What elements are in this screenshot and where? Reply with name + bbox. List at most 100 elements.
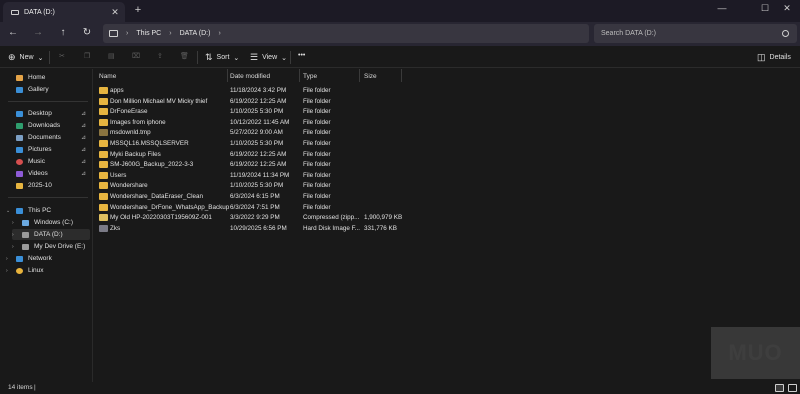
drive-c-icon — [22, 219, 29, 226]
column-header-size[interactable]: Size — [364, 69, 404, 83]
chevron-right-icon[interactable]: › — [6, 256, 11, 262]
table-row[interactable]: MSSQL16.MSSQLSERVER 1/10/2025 5:30 PM File… — [93, 138, 800, 149]
sidebar-item-label: Music — [28, 158, 45, 165]
chevron-down-icon: ⌄ — [281, 54, 287, 62]
refresh-button[interactable]: ↻ — [80, 27, 94, 38]
column-header-type[interactable]: Type — [303, 69, 358, 83]
table-row[interactable]: Images from iphone 10/12/2022 11:45 AM Fil… — [93, 117, 800, 128]
more-options-button[interactable]: ••• — [298, 52, 305, 59]
new-tab-button[interactable]: + — [131, 4, 145, 16]
new-button[interactable]: ⊕ New ⌄ — [8, 52, 43, 63]
zip-folder-icon — [99, 214, 108, 222]
folder-icon — [99, 129, 108, 137]
chevron-right-icon[interactable]: › — [12, 232, 17, 238]
forward-button[interactable]: → — [31, 27, 45, 38]
share-icon[interactable]: ⇪ — [157, 52, 163, 60]
documents-icon — [16, 134, 23, 141]
gallery-icon — [16, 86, 23, 93]
table-row[interactable]: DrFoneErase 1/10/2025 5:30 PM File folder — [93, 106, 800, 117]
table-row[interactable]: Wondershare_DrFone_WhatsApp_Backup 6/3/20… — [93, 202, 800, 213]
back-button[interactable]: ← — [6, 27, 20, 38]
chevron-right-icon[interactable]: › — [12, 244, 17, 250]
copy-icon[interactable]: ❐ — [84, 52, 90, 60]
rename-icon[interactable]: ⌧ — [132, 52, 140, 60]
sidebar-item-label: Documents — [28, 134, 61, 141]
file-type: File folder — [303, 193, 331, 200]
file-name: Myki Backup Files — [110, 150, 161, 158]
sidebar-item-label: Home — [28, 74, 46, 81]
sidebar-item-gallery[interactable]: Gallery — [6, 84, 90, 95]
divider — [197, 51, 198, 64]
file-name: Wondershare_DrFone_WhatsApp_Backup — [110, 203, 230, 211]
view-button[interactable]: ☰ View ⌄ — [250, 52, 287, 63]
details-button[interactable]: ◫ Details — [757, 52, 791, 63]
file-date: 11/19/2024 11:34 PM — [230, 171, 290, 179]
column-header-name[interactable]: Name — [99, 69, 229, 83]
sidebar-item-windows-c[interactable]: › Windows (C:) — [12, 217, 90, 228]
chevron-right-icon[interactable]: › — [12, 220, 17, 226]
close-window-button[interactable]: ✕ — [779, 3, 795, 14]
sidebar-item-2025-10[interactable]: 2025-10 — [6, 180, 90, 191]
column-divider[interactable] — [359, 69, 360, 82]
chevron-down-icon[interactable]: ⌄ — [6, 208, 11, 214]
column-header-date[interactable]: Date modified — [230, 69, 300, 83]
sidebar-item-home[interactable]: Home — [6, 72, 90, 83]
column-divider[interactable] — [299, 69, 300, 82]
sidebar-item-network[interactable]: › Network — [6, 253, 90, 264]
file-type: File folder — [303, 140, 331, 147]
sidebar-item-label: Pictures — [28, 146, 52, 153]
tab-data-d[interactable]: DATA (D:) ✕ — [3, 2, 125, 22]
cut-icon[interactable]: ✂ — [59, 52, 65, 60]
address-row: ← → ↑ ↻ › This PC › DATA (D:) › Search D… — [0, 22, 800, 46]
table-row[interactable]: apps 11/18/2024 3:42 PM File folder — [93, 85, 800, 96]
table-row[interactable]: My Old HP-20220303T195609Z-001 3/3/2022 9… — [93, 212, 800, 223]
table-row[interactable]: Users 11/19/2024 11:34 PM File folder — [93, 170, 800, 181]
column-divider[interactable] — [227, 69, 228, 82]
sidebar-item-label: This PC — [28, 207, 52, 214]
sidebar-item-desktop[interactable]: Desktop ⊿ — [6, 108, 90, 119]
sidebar-item-linux[interactable]: › Linux — [6, 265, 90, 276]
breadcrumb-separator: › — [218, 30, 221, 37]
file-date: 5/27/2022 9:00 AM — [230, 129, 283, 137]
paste-icon[interactable]: ▤ — [108, 52, 115, 60]
breadcrumb-this-pc[interactable]: This PC — [136, 30, 161, 37]
sidebar-item-downloads[interactable]: Downloads ⊿ — [6, 120, 90, 131]
table-row[interactable]: Wondershare_DataEraser_Clean 6/3/2024 6:1… — [93, 191, 800, 202]
chevron-down-icon: ⌄ — [233, 54, 240, 62]
file-name: Wondershare_DataEraser_Clean — [110, 193, 203, 200]
sidebar-item-documents[interactable]: Documents ⊿ — [6, 132, 90, 143]
table-row[interactable]: msdownld.tmp 5/27/2022 9:00 AM File folder — [93, 127, 800, 138]
minimize-button[interactable]: — — [714, 3, 730, 13]
table-row[interactable]: Wondershare 1/10/2025 5:30 PM File folder — [93, 180, 800, 191]
breadcrumb-data-d[interactable]: DATA (D:) — [180, 30, 211, 37]
search-input[interactable]: Search DATA (D:) — [594, 24, 797, 43]
downloads-icon — [16, 122, 23, 129]
column-divider[interactable] — [401, 69, 402, 82]
sidebar-item-videos[interactable]: Videos ⊿ — [6, 168, 90, 179]
maximize-button[interactable]: ☐ — [757, 3, 773, 14]
tiles-view-icon[interactable] — [788, 384, 797, 392]
sidebar-item-dev-drive-e[interactable]: › My Dev Drive (E:) — [12, 241, 90, 252]
folder-icon — [99, 150, 108, 158]
sort-button[interactable]: ⇅ Sort ⌄ — [205, 52, 239, 63]
tab-close-icon[interactable]: ✕ — [109, 7, 121, 18]
chevron-right-icon[interactable]: › — [6, 268, 11, 274]
sidebar-item-music[interactable]: Music ⊿ — [6, 156, 90, 167]
folder-icon — [99, 203, 108, 211]
sidebar-item-this-pc[interactable]: ⌄ This PC — [6, 205, 90, 216]
table-row[interactable]: Myki Backup Files 6/19/2022 12:25 AM File … — [93, 149, 800, 160]
sidebar-item-label: Windows (C:) — [34, 219, 74, 226]
plus-circle-icon: ⊕ — [8, 52, 16, 62]
address-bar[interactable]: › This PC › DATA (D:) › — [103, 24, 589, 43]
up-button[interactable]: ↑ — [56, 27, 70, 38]
table-row[interactable]: Zks 10/29/2025 6:56 PM Hard Disk Image F..… — [93, 223, 800, 234]
sort-label: Sort — [216, 54, 230, 61]
table-row[interactable]: Don Million Michael MV Micky thief 6/19/2… — [93, 96, 800, 107]
sidebar-item-pictures[interactable]: Pictures ⊿ — [6, 144, 90, 155]
details-view-icon[interactable] — [775, 384, 784, 392]
table-row[interactable]: SM-J600G_Backup_2022-3-3 6/19/2022 12:25 … — [93, 159, 800, 170]
search-icon — [782, 30, 789, 37]
delete-icon[interactable]: 🗑 — [180, 52, 189, 60]
sidebar-item-data-d[interactable]: › DATA (D:) — [12, 229, 90, 240]
sidebar-item-label: My Dev Drive (E:) — [34, 243, 86, 250]
